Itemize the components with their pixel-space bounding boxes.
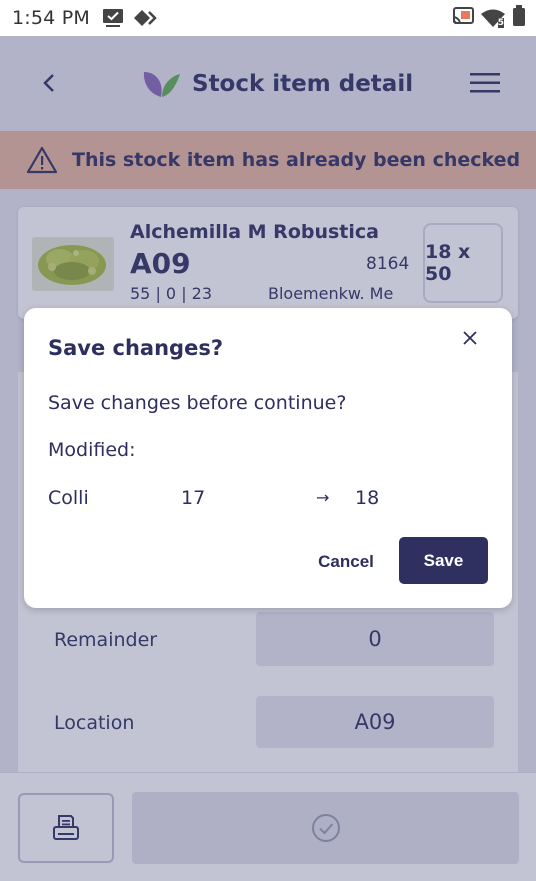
change-arrow: → (316, 488, 330, 507)
changed-new-value: 18 (355, 487, 380, 509)
save-button[interactable]: Save (399, 537, 488, 584)
cast-icon (452, 6, 474, 30)
status-bar: 1:54 PM 5 (0, 0, 536, 36)
status-time: 1:54 PM (12, 7, 90, 29)
changed-old-value: 17 (181, 487, 206, 509)
cancel-button[interactable]: Cancel (294, 540, 398, 584)
battery-icon (512, 4, 526, 32)
modified-label: Modified: (48, 439, 136, 461)
diamond-arrows-icon (133, 8, 158, 28)
dialog-title: Save changes? (48, 336, 224, 360)
wifi-icon: 5 (480, 8, 506, 28)
dialog-close-button[interactable] (458, 326, 482, 350)
save-changes-dialog: Save changes? Save changes before contin… (24, 308, 512, 608)
wifi-badge: 5 (497, 18, 504, 28)
checkbox-notification-icon (102, 8, 124, 28)
close-icon (463, 331, 477, 345)
dialog-message: Save changes before continue? (48, 392, 347, 414)
changed-field-name: Colli (48, 487, 89, 509)
